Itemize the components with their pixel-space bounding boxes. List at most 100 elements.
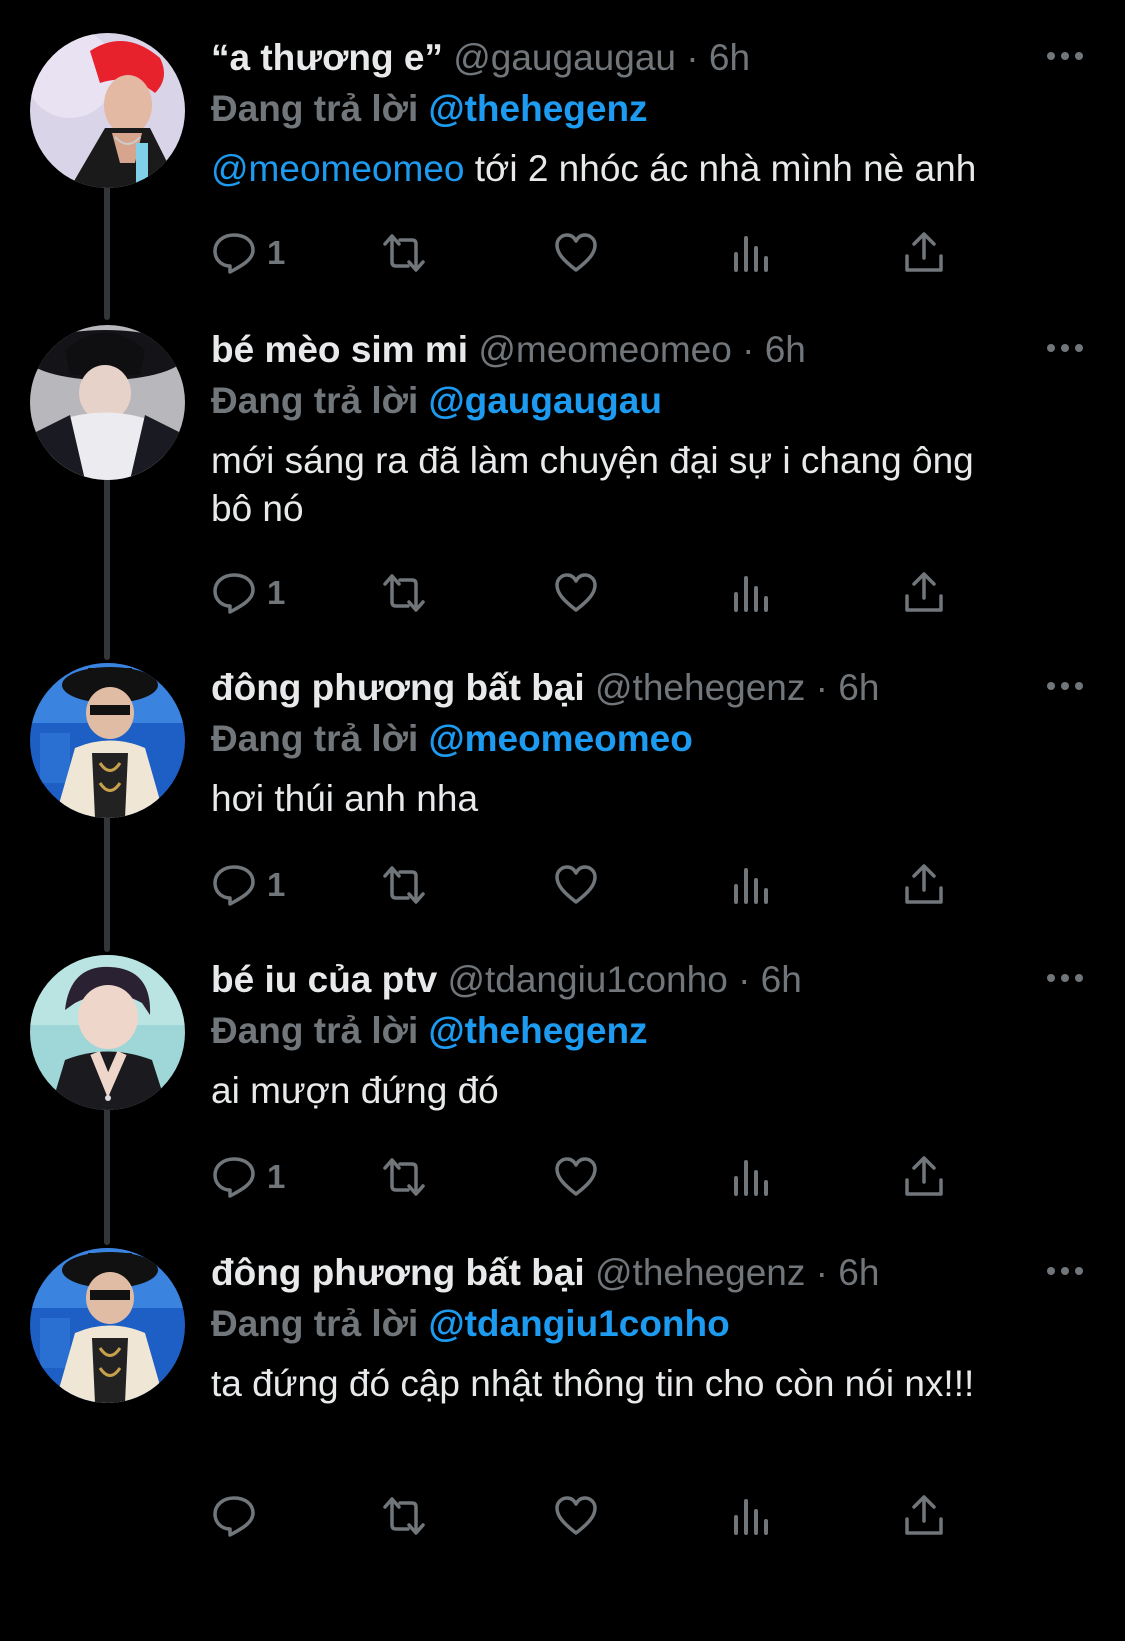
reply-icon: [213, 1496, 255, 1537]
share-button[interactable]: [901, 225, 947, 281]
reply-label: Đang trả lời: [211, 1010, 419, 1051]
share-icon: [905, 1495, 943, 1535]
views-button[interactable]: [728, 1488, 774, 1544]
thread-connector: [104, 185, 110, 320]
reply-icon: [213, 233, 255, 274]
user-handle[interactable]: @meomeomeo: [478, 329, 732, 370]
views-button[interactable]: [728, 1149, 774, 1205]
mention-link[interactable]: @meomeomeo: [211, 148, 465, 189]
reply-label: Đang trả lời: [211, 1303, 419, 1344]
share-icon: [905, 1156, 943, 1196]
views-button[interactable]: [728, 225, 774, 281]
like-button[interactable]: [553, 225, 599, 281]
share-icon: [905, 232, 943, 272]
tweet-header: bé iu của ptv @tdangiu1conho · 6h: [211, 955, 1091, 1005]
share-button[interactable]: [901, 1488, 947, 1544]
like-button[interactable]: [553, 857, 599, 913]
reply-to-handle[interactable]: @tdangiu1conho: [429, 1303, 730, 1344]
reply-context: Đang trả lời @thehegenz: [211, 83, 1091, 135]
reply-button[interactable]: 1: [211, 1149, 285, 1205]
avatar[interactable]: [30, 663, 185, 818]
user-handle[interactable]: @thehegenz: [595, 667, 805, 708]
reply-to-handle[interactable]: @gaugaugau: [429, 380, 662, 421]
tweet-body: ta đứng đó cập nhật thông tin cho còn nó…: [211, 1363, 975, 1404]
reply-button[interactable]: 1: [211, 225, 285, 281]
display-name[interactable]: đông phương bất bại: [211, 667, 585, 708]
reply-icon: [213, 865, 255, 906]
retweet-button[interactable]: [381, 225, 427, 281]
display-name[interactable]: “a thương e”: [211, 37, 443, 78]
action-bar: 1: [211, 565, 991, 621]
more-icon[interactable]: [1045, 963, 1085, 993]
more-icon[interactable]: [1045, 41, 1085, 71]
retweet-button[interactable]: [381, 1488, 427, 1544]
tweet-text: hơi thúi anh nha: [211, 775, 1091, 823]
reply-count: 1: [267, 234, 286, 271]
retweet-icon: [383, 866, 425, 904]
tweet-header: “a thương e” @gaugaugau · 6h: [211, 33, 1091, 83]
reply-context: Đang trả lời @tdangiu1conho: [211, 1298, 1091, 1350]
more-icon[interactable]: [1045, 333, 1085, 363]
share-icon: [905, 864, 943, 904]
views-icon: [734, 1160, 768, 1196]
retweet-button[interactable]: [381, 857, 427, 913]
timestamp[interactable]: 6h: [765, 329, 806, 370]
reply-button[interactable]: 1: [211, 857, 285, 913]
avatar[interactable]: [30, 33, 185, 188]
timestamp[interactable]: 6h: [838, 1252, 879, 1293]
tweet-body: mới sáng ra đã làm chuyện đại sự i chang…: [211, 440, 974, 529]
action-bar: 1: [211, 225, 991, 281]
avatar[interactable]: [30, 955, 185, 1110]
reply-to-handle[interactable]: @thehegenz: [429, 1010, 648, 1051]
display-name[interactable]: bé iu của ptv: [211, 959, 437, 1000]
more-icon[interactable]: [1045, 1256, 1085, 1286]
display-name[interactable]: đông phương bất bại: [211, 1252, 585, 1293]
like-button[interactable]: [553, 1149, 599, 1205]
share-button[interactable]: [901, 565, 947, 621]
timestamp[interactable]: 6h: [709, 37, 750, 78]
thread-connector: [104, 815, 110, 952]
views-button[interactable]: [728, 857, 774, 913]
like-button[interactable]: [553, 565, 599, 621]
retweet-icon: [383, 574, 425, 612]
reply-label: Đang trả lời: [211, 718, 419, 759]
user-handle[interactable]: @gaugaugau: [453, 37, 676, 78]
tweet-text: @meomeomeo tới 2 nhóc ác nhà mình nè anh: [211, 145, 1091, 193]
user-handle[interactable]: @tdangiu1conho: [447, 959, 727, 1000]
separator: ·: [686, 37, 699, 78]
like-button[interactable]: [553, 1488, 599, 1544]
retweet-button[interactable]: [381, 1149, 427, 1205]
user-handle[interactable]: @thehegenz: [595, 1252, 805, 1293]
tweet-body: hơi thúi anh nha: [211, 778, 479, 819]
reply-button[interactable]: 1: [211, 565, 285, 621]
reply-to-handle[interactable]: @thehegenz: [429, 88, 648, 129]
avatar[interactable]: [30, 1248, 185, 1403]
reply-button[interactable]: [211, 1488, 267, 1544]
more-icon[interactable]: [1045, 671, 1085, 701]
reply-icon: [213, 573, 255, 614]
action-bar: 1: [211, 1149, 991, 1205]
avatar[interactable]: [30, 325, 185, 480]
share-button[interactable]: [901, 857, 947, 913]
tweet-header: bé mèo sim mi @meomeomeo · 6h: [211, 325, 1091, 375]
tweet-body: ai mượn đứng đó: [211, 1070, 499, 1111]
retweet-icon: [383, 234, 425, 272]
reply-count: 1: [267, 866, 286, 903]
tweet-text: ta đứng đó cập nhật thông tin cho còn nó…: [211, 1360, 1001, 1408]
views-button[interactable]: [728, 565, 774, 621]
retweet-icon: [383, 1497, 425, 1535]
reply-count: 1: [267, 574, 286, 611]
display-name[interactable]: bé mèo sim mi: [211, 329, 468, 370]
timestamp[interactable]: 6h: [761, 959, 802, 1000]
share-button[interactable]: [901, 1149, 947, 1205]
thread-connector: [104, 1108, 110, 1245]
reply-to-handle[interactable]: @meomeomeo: [429, 718, 693, 759]
retweet-button[interactable]: [381, 565, 427, 621]
reply-count: 1: [267, 1158, 286, 1195]
timestamp[interactable]: 6h: [838, 667, 879, 708]
tweet-text: mới sáng ra đã làm chuyện đại sự i chang…: [211, 437, 1001, 533]
action-bar: 1: [211, 857, 991, 913]
like-icon: [555, 573, 597, 612]
reply-context: Đang trả lời @thehegenz: [211, 1005, 1091, 1057]
share-icon: [905, 572, 943, 612]
